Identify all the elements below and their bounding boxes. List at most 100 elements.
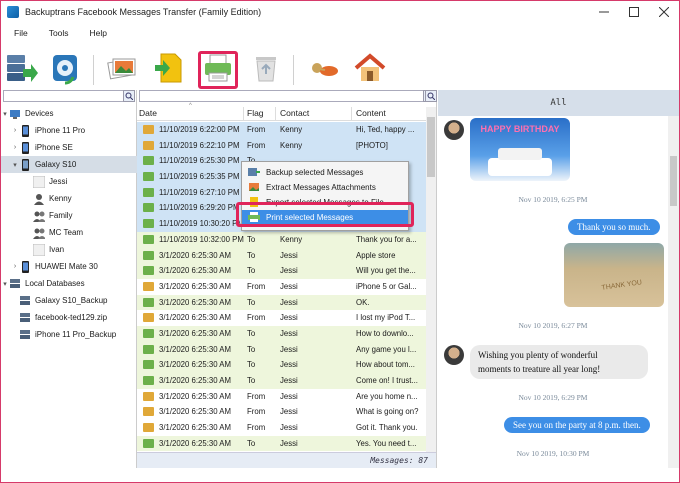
column-content[interactable]: Content bbox=[356, 108, 386, 118]
message-type-icon bbox=[143, 438, 154, 448]
tree-contact-kenny[interactable]: Kenny bbox=[1, 190, 137, 207]
search-icon bbox=[427, 92, 435, 100]
message-content: Got it. Thank you. bbox=[356, 423, 418, 433]
export-photos-button[interactable] bbox=[103, 47, 141, 89]
server-arrow-icon bbox=[7, 55, 38, 82]
tree-local-databases-root[interactable]: ▾ Local Databases bbox=[1, 275, 137, 292]
message-row[interactable]: 3/1/2020 6:25:30 AM To Jessi OK. bbox=[137, 294, 426, 311]
message-content: [PHOTO] bbox=[356, 140, 388, 150]
message-date: 3/1/2020 6:25:30 AM bbox=[159, 250, 231, 260]
collapse-arrow-icon[interactable]: ▾ bbox=[1, 280, 9, 288]
message-row[interactable]: 3/1/2020 6:25:30 AM From Jessi iPhone 5 or … bbox=[137, 278, 426, 295]
message-flag: From bbox=[247, 281, 266, 291]
message-row[interactable]: 3/1/2020 6:25:30 AM From Jessi What is goin… bbox=[137, 404, 426, 421]
tree-contact-jessi[interactable]: Jessi bbox=[1, 173, 137, 190]
computer-icon bbox=[10, 109, 20, 119]
settings-button[interactable] bbox=[303, 47, 341, 89]
phone-icon bbox=[22, 124, 29, 137]
menu-file[interactable]: File bbox=[1, 28, 36, 44]
message-type-icon bbox=[143, 234, 154, 244]
tree-local-facebook-zip[interactable]: facebook-ted129.zip bbox=[1, 309, 137, 326]
menu-backup-selected[interactable]: Backup selected Messages bbox=[242, 165, 408, 179]
tree-contact-mc-team[interactable]: MC Team bbox=[1, 224, 137, 241]
close-button[interactable] bbox=[649, 1, 679, 23]
message-row[interactable]: 11/10/2019 6:22:10 PM From Kenny [PHOTO] bbox=[137, 137, 426, 154]
tree-devices-root[interactable]: ▾ Devices bbox=[1, 105, 137, 122]
message-row[interactable]: 3/1/2020 6:25:30 AM To Jessi How about tom.… bbox=[137, 357, 426, 373]
contact-avatar-icon bbox=[33, 243, 45, 256]
message-row[interactable]: 3/1/2020 6:25:30 AM From Jessi Are you home… bbox=[137, 388, 426, 405]
column-contact[interactable]: Contact bbox=[280, 108, 309, 118]
expand-arrow-icon[interactable]: › bbox=[11, 144, 19, 151]
menu-extract-attachments[interactable]: Extract Messages Attachments bbox=[242, 180, 408, 194]
message-type-icon bbox=[143, 203, 154, 213]
collapse-arrow-icon[interactable]: ▾ bbox=[11, 161, 19, 169]
message-row[interactable]: 3/1/2020 6:25:30 AM To Jessi Will you get t… bbox=[137, 263, 426, 279]
message-row[interactable]: 3/1/2020 6:25:30 AM To Jessi Any game you l… bbox=[137, 341, 426, 358]
menu-help[interactable]: Help bbox=[77, 28, 115, 44]
message-flag: To bbox=[247, 266, 256, 276]
backup-to-computer-button[interactable] bbox=[3, 47, 41, 89]
maximize-button[interactable] bbox=[619, 1, 649, 23]
tree-device-iphone-se[interactable]: › iPhone SE bbox=[1, 139, 137, 156]
sent-message: See you on the party at 8 p.m. then. bbox=[504, 417, 650, 433]
scrollbar-thumb[interactable] bbox=[670, 156, 677, 206]
menu-tools[interactable]: Tools bbox=[36, 28, 77, 44]
house-icon bbox=[354, 53, 386, 81]
message-search-input[interactable] bbox=[139, 90, 435, 102]
window-controls bbox=[589, 1, 679, 23]
message-row[interactable]: 3/1/2020 6:25:30 AM To Jessi Yes. You need … bbox=[137, 435, 426, 452]
restore-to-device-button[interactable] bbox=[47, 47, 85, 89]
scrollbar-thumb[interactable] bbox=[427, 117, 435, 177]
tree-local-galaxy-backup[interactable]: Galaxy S10_Backup bbox=[1, 292, 137, 309]
thank-you-photo[interactable]: THANK YOU bbox=[564, 243, 664, 307]
message-row[interactable]: 11/10/2019 6:22:00 PM From Kenny Hi, Ted, h… bbox=[137, 122, 426, 138]
tree-device-iphone-11-pro[interactable]: › iPhone 11 Pro bbox=[1, 122, 137, 139]
timestamp: Nov 10 2019, 6:29 PM bbox=[518, 393, 588, 402]
message-type-icon bbox=[143, 219, 154, 229]
tree-search-button[interactable] bbox=[123, 90, 135, 102]
message-date: 3/1/2020 6:25:30 AM bbox=[159, 407, 231, 417]
tree-search-input[interactable] bbox=[3, 90, 135, 102]
message-content: Thank you for a... bbox=[356, 234, 417, 244]
chat-scrollbar[interactable] bbox=[668, 116, 679, 468]
message-flag: From bbox=[247, 391, 266, 401]
message-content: OK. bbox=[356, 297, 370, 307]
collapse-arrow-icon[interactable]: ▾ bbox=[1, 110, 9, 118]
tree-device-galaxy-s10[interactable]: ▾ Galaxy S10 bbox=[1, 156, 137, 173]
column-flag[interactable]: Flag bbox=[247, 108, 264, 118]
minimize-button[interactable] bbox=[589, 1, 619, 23]
status-bar: Messages: 87 bbox=[137, 452, 436, 468]
message-row[interactable]: 3/1/2020 6:25:30 AM From Jessi Got it. Than… bbox=[137, 420, 426, 436]
tree-device-label: HUAWEI Mate 30 bbox=[35, 262, 98, 271]
message-row[interactable]: 3/1/2020 6:25:30 AM To Jessi Apple store bbox=[137, 247, 426, 264]
birthday-photo[interactable]: HAPPY BIRTHDAY bbox=[470, 118, 570, 181]
message-row[interactable]: 3/1/2020 6:25:30 AM To Jessi Come on! I tru… bbox=[137, 373, 426, 389]
column-date[interactable]: Date bbox=[139, 108, 157, 118]
message-type-icon bbox=[143, 156, 154, 166]
delete-button[interactable] bbox=[247, 47, 285, 89]
tree-local-iphone-backup[interactable]: iPhone 11 Pro_Backup bbox=[1, 326, 137, 343]
message-list-scrollbar[interactable] bbox=[426, 107, 436, 452]
tree-device-huawei-mate-30[interactable]: › HUAWEI Mate 30 bbox=[1, 258, 137, 275]
expand-arrow-icon[interactable]: › bbox=[11, 263, 19, 270]
phone-icon bbox=[22, 260, 29, 273]
export-file-button[interactable] bbox=[149, 47, 187, 89]
chat-view-pane: All HAPPY BIRTHDAY Nov 10 2019, 6:25 PM … bbox=[425, 90, 679, 468]
tree-contact-ivan[interactable]: Ivan bbox=[1, 241, 137, 258]
message-row[interactable]: 11/10/2019 10:32:00 PM To Kenny Thank you f… bbox=[137, 231, 426, 248]
phone-icon bbox=[22, 158, 29, 171]
message-contact: Jessi bbox=[280, 281, 298, 291]
message-flag: To bbox=[247, 297, 256, 307]
message-row[interactable]: 3/1/2020 6:25:30 AM From Jessi I lost my iP… bbox=[137, 310, 426, 326]
message-flag: To bbox=[247, 250, 256, 260]
home-button[interactable] bbox=[351, 47, 389, 89]
message-date: 3/1/2020 6:25:30 AM bbox=[159, 391, 231, 401]
messages-count: Messages: 87 bbox=[370, 456, 428, 465]
tree-contact-family[interactable]: Family bbox=[1, 207, 137, 224]
message-type-icon bbox=[143, 250, 154, 260]
message-flag: From bbox=[247, 407, 266, 417]
chat-search-button[interactable] bbox=[425, 90, 437, 102]
expand-arrow-icon[interactable]: › bbox=[11, 127, 19, 134]
message-row[interactable]: 3/1/2020 6:25:30 AM To Jessi How to downlo.… bbox=[137, 325, 426, 342]
